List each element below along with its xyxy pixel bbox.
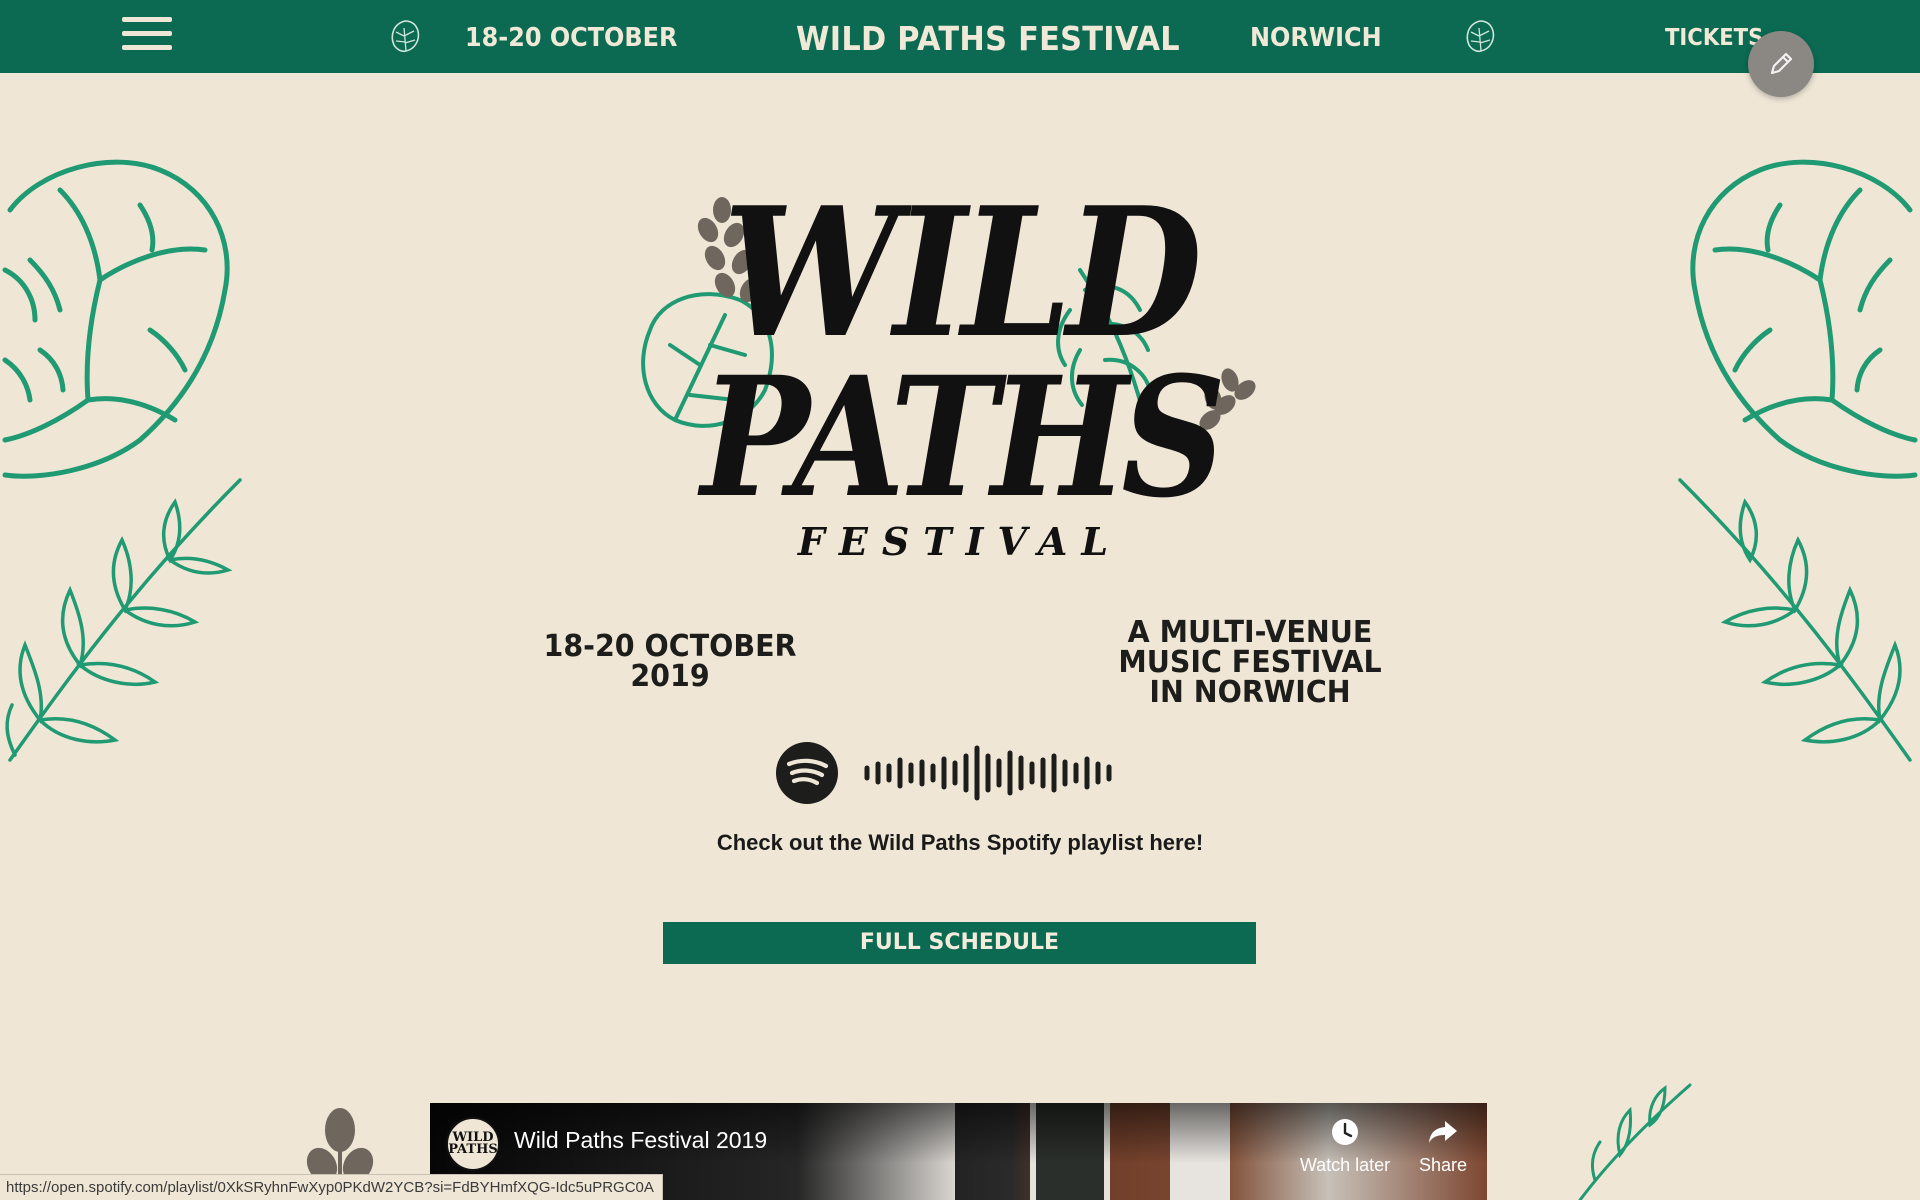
monstera-leaf-decoration-left — [2, 159, 230, 479]
logo-word-paths: PATHS — [697, 340, 1220, 534]
full-schedule-button[interactable]: FULL SCHEDULE — [663, 922, 1256, 964]
channel-avatar[interactable]: WILD PATHS — [446, 1117, 500, 1171]
menu-line — [122, 31, 172, 36]
nav-festival-title[interactable]: WILD PATHS FESTIVAL — [796, 0, 1180, 73]
festival-description-line: IN NORWICH — [1149, 675, 1351, 710]
festival-year-line: 2019 — [630, 659, 710, 694]
spotify-code[interactable] — [775, 740, 1145, 806]
monstera-leaf-decoration-right — [1690, 159, 1918, 479]
fern-decoration-right — [1678, 478, 1912, 762]
edit-button[interactable] — [1748, 31, 1814, 97]
fern-decoration-bottom-right — [1578, 1083, 1692, 1200]
status-bar-url: https://open.spotify.com/playlist/0XkSRy… — [0, 1174, 663, 1200]
pencil-icon — [1770, 52, 1793, 75]
hamburger-menu-button[interactable] — [122, 17, 172, 57]
festival-date-block: 18-20 OCTOBER 2019 — [528, 632, 813, 692]
watch-later-button[interactable]: Watch later — [1290, 1117, 1400, 1176]
share-arrow-icon — [1429, 1121, 1457, 1143]
top-navigation-bar: 18-20 OCTOBER WILD PATHS FESTIVAL NORWIC… — [0, 0, 1920, 73]
spotify-icon — [776, 742, 838, 804]
video-title[interactable]: Wild Paths Festival 2019 — [514, 1127, 767, 1154]
share-label: Share — [1418, 1155, 1468, 1175]
logo-word-festival: FESTIVAL — [797, 519, 1122, 564]
spotify-playlist-link[interactable]: Check out the Wild Paths Spotify playlis… — [600, 830, 1320, 856]
menu-line — [122, 45, 172, 50]
festival-logo: WILD PATHS FESTIVAL — [630, 150, 1290, 570]
monstera-leaf-icon — [391, 20, 420, 53]
spotify-code-bars — [864, 745, 1112, 801]
festival-description-line: A MULTI-VENUE — [1127, 615, 1373, 650]
clock-icon — [1332, 1119, 1358, 1145]
festival-date-line: 18-20 OCTOBER — [543, 629, 797, 664]
fern-decoration-left — [5, 478, 242, 762]
nav-festival-date: 18-20 OCTOBER — [465, 23, 678, 53]
logo-artwork: WILD PATHS FESTIVAL — [641, 168, 1256, 564]
monstera-leaf-icon — [1466, 20, 1495, 53]
festival-description-block: A MULTI-VENUE MUSIC FESTIVAL IN NORWICH — [1098, 618, 1402, 708]
festival-description-line: MUSIC FESTIVAL — [1118, 645, 1382, 680]
watch-later-label: Watch later — [1299, 1155, 1391, 1175]
menu-line — [122, 17, 172, 22]
share-button[interactable]: Share — [1388, 1117, 1487, 1176]
nav-festival-city: NORWICH — [1250, 23, 1382, 53]
